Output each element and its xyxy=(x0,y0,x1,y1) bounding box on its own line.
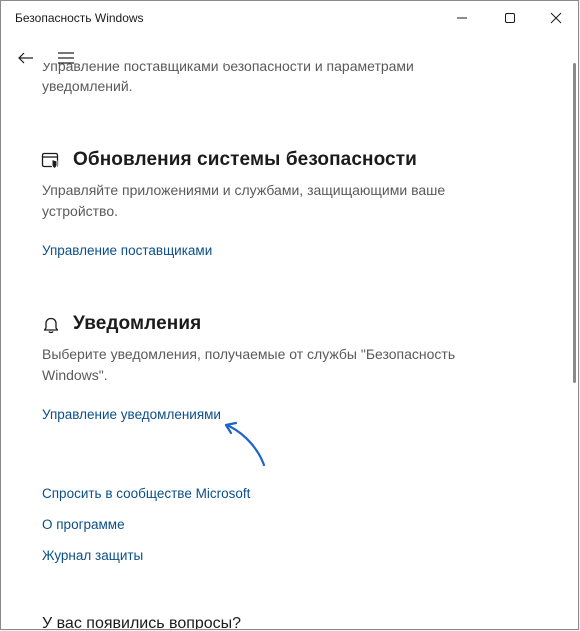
manage-providers-link[interactable]: Управление поставщиками xyxy=(42,243,212,258)
security-provider-icon xyxy=(41,152,59,170)
maximize-icon xyxy=(505,13,515,23)
intro-text: Управление поставщиками безопасности и п… xyxy=(42,63,414,94)
maximize-button[interactable] xyxy=(487,1,533,35)
security-updates-title: Обновления системы безопасности xyxy=(73,149,417,170)
annotation-arrow-icon xyxy=(224,421,266,467)
protection-history-link[interactable]: Журнал защиты xyxy=(42,548,143,563)
app-window: Безопасность Windows Управление поставщи… xyxy=(0,0,579,630)
notifications-description: Выберите уведомления, получаемые от служ… xyxy=(42,346,456,383)
bell-icon xyxy=(43,317,59,334)
window-title: Безопасность Windows xyxy=(15,11,144,25)
close-button[interactable] xyxy=(533,1,578,35)
manage-notifications-link[interactable]: Управление уведомлениями xyxy=(42,407,221,422)
ask-community-link[interactable]: Спросить в сообществе Microsoft xyxy=(42,486,250,501)
security-updates-description: Управляйте приложениями и службами, защи… xyxy=(42,182,446,219)
minimize-icon xyxy=(457,17,467,19)
about-link[interactable]: О программе xyxy=(42,517,125,532)
title-bar[interactable]: Безопасность Windows xyxy=(1,1,578,35)
close-icon xyxy=(550,12,562,24)
settings-content: Управление поставщиками безопасности и п… xyxy=(1,63,566,629)
minimize-button[interactable] xyxy=(439,1,485,35)
notifications-title: Уведомления xyxy=(73,313,202,334)
questions-heading: У вас появились вопросы? xyxy=(42,615,242,629)
scrollbar[interactable] xyxy=(573,63,576,383)
